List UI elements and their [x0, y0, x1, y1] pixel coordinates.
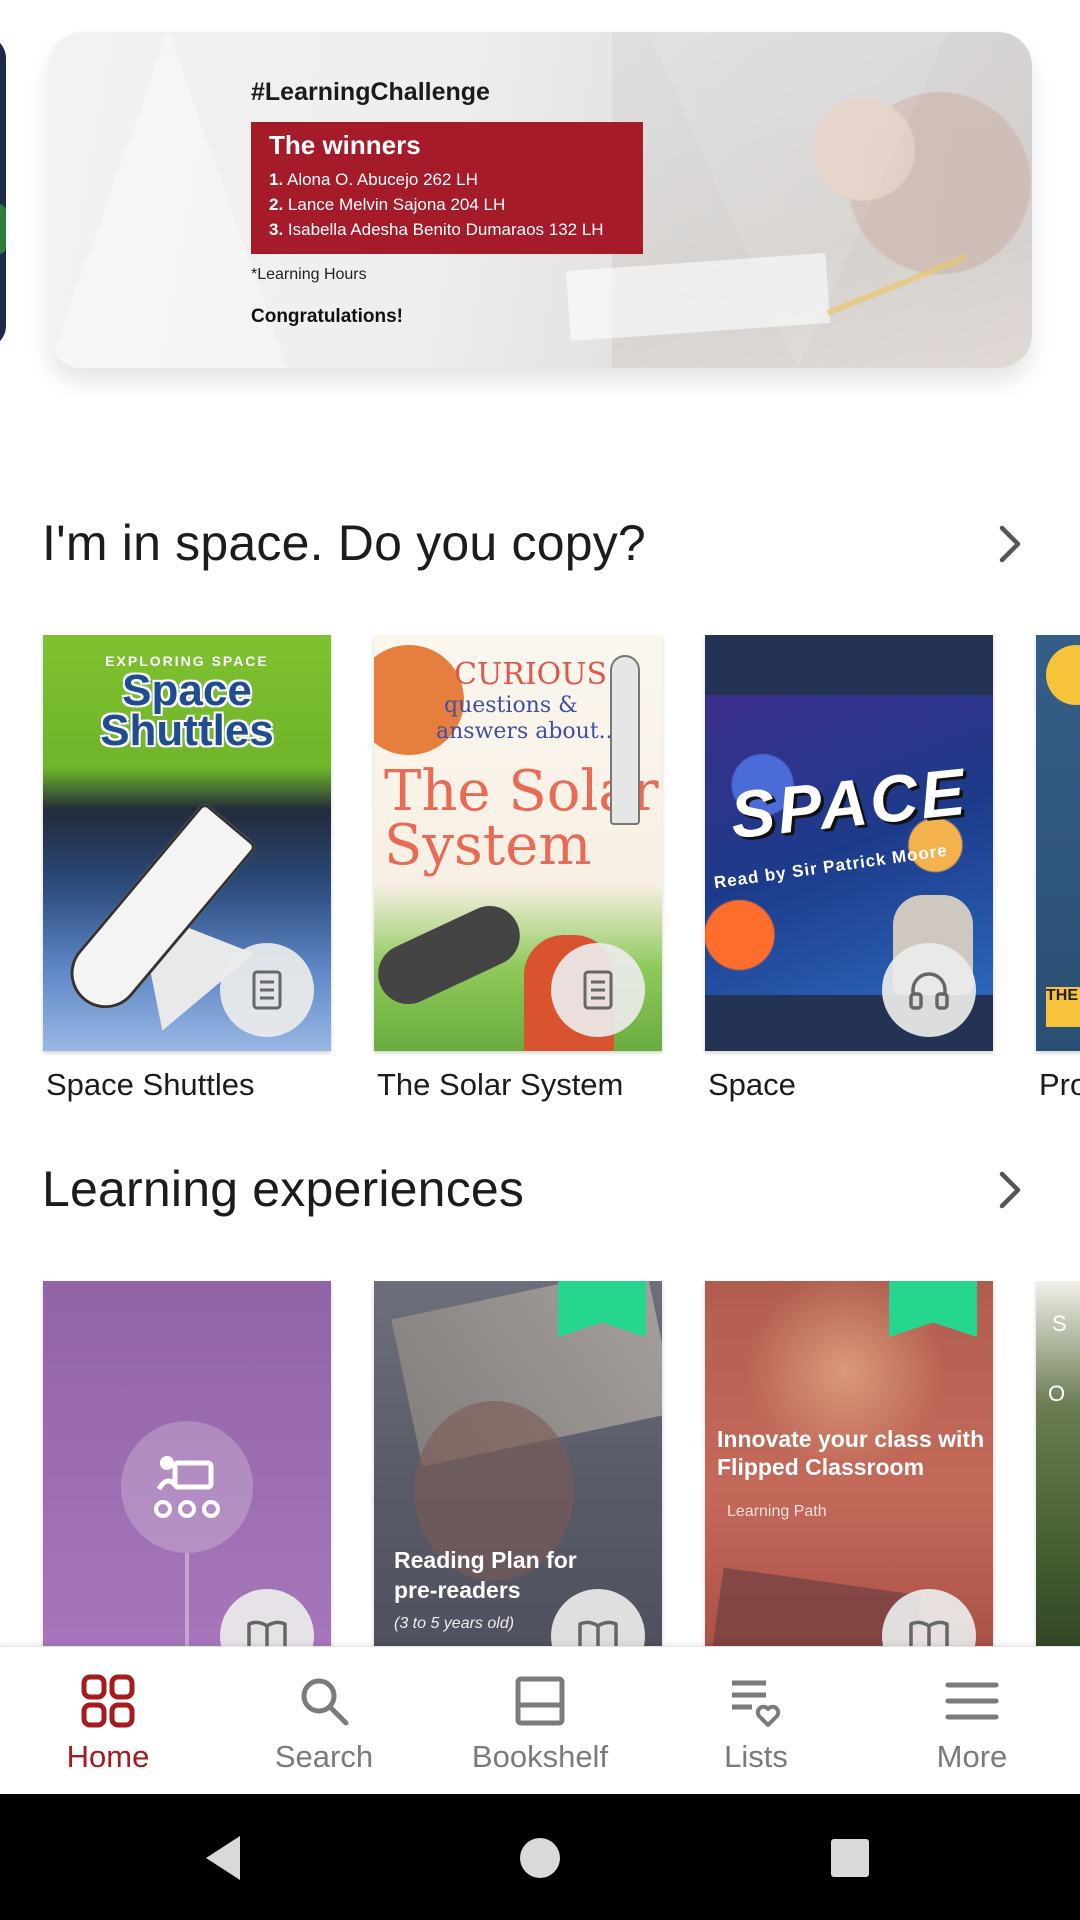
winner-line: 3. Isabella Adesha Benito Dumaraos 132 L…	[269, 220, 604, 239]
learning-path-icon-wrap	[121, 1421, 253, 1553]
nav-label: Search	[274, 1739, 374, 1774]
nav-lists[interactable]: Lists	[648, 1647, 864, 1795]
cover-text: answers about...	[436, 719, 620, 744]
recents-icon[interactable]	[820, 1828, 880, 1888]
winner-line: 2. Lance Melvin Sajona 204 LH	[269, 195, 506, 214]
chevron-right-icon[interactable]	[996, 1170, 1024, 1210]
open-book-icon	[578, 1620, 618, 1646]
cover-art: THE	[1046, 987, 1080, 1027]
chevron-right-icon[interactable]	[996, 524, 1024, 564]
back-icon[interactable]	[196, 1828, 256, 1888]
nav-label: More	[936, 1739, 1008, 1774]
learning-badge	[220, 1589, 314, 1646]
cover-art	[610, 655, 640, 825]
book-cover[interactable]: EXPLORING SPACE Space Shuttles	[43, 635, 331, 1051]
cover-text: S	[1052, 1311, 1067, 1336]
cover-text: O	[1048, 1381, 1066, 1406]
banner-hashtag: #LearningChallenge	[251, 78, 490, 106]
learning-challenge-banner[interactable]: #LearningChallenge The winners 1. Alona …	[48, 32, 1032, 368]
learning-card[interactable]: Reading Plan for pre-readers (3 to 5 yea…	[374, 1281, 662, 1646]
cover-title: Innovate your class with Flipped Classro…	[717, 1426, 985, 1480]
nav-label: Lists	[724, 1739, 788, 1774]
nav-label: Home	[66, 1739, 150, 1774]
audiobook-badge	[882, 943, 976, 1037]
cover-title: Space Shuttles	[100, 666, 274, 755]
book-cover[interactable]: CURIOUS questions & answers about... The…	[374, 635, 662, 1051]
grid-icon	[78, 1671, 138, 1731]
nav-more[interactable]: More	[864, 1647, 1080, 1795]
cover-art	[185, 1553, 189, 1646]
cover-text: CURIOUS	[454, 657, 608, 692]
book-card[interactable]: CURIOUS questions & answers about... The…	[374, 635, 662, 1102]
home-circle-icon[interactable]	[510, 1828, 570, 1888]
open-book-icon	[909, 1620, 949, 1646]
nav-home[interactable]: Home	[0, 1647, 216, 1795]
cover-text: (3 to 5 years old)	[394, 1615, 515, 1632]
section-title-space[interactable]: I'm in space. Do you copy?	[42, 514, 646, 572]
learning-cover[interactable]: S O	[1036, 1281, 1080, 1646]
learning-cover[interactable]: Reading Plan for pre-readers (3 to 5 yea…	[374, 1281, 662, 1646]
winners-title: The winners	[269, 130, 421, 160]
cover-art	[1046, 645, 1080, 705]
bookshelf-icon	[510, 1671, 570, 1731]
book-title[interactable]: Pro	[1039, 1067, 1080, 1103]
list-heart-icon	[726, 1671, 786, 1731]
space-books-row[interactable]: EXPLORING SPACE Space Shuttles Space Shut…	[0, 635, 1080, 1105]
learning-card[interactable]	[43, 1281, 331, 1646]
headphones-icon	[909, 972, 949, 1010]
menu-icon	[942, 1671, 1002, 1731]
previous-banner-decoration	[0, 204, 6, 254]
promo-carousel[interactable]: #LearningChallenge The winners 1. Alona …	[0, 0, 1080, 420]
learning-card[interactable]: Innovate your class with Flipped Classro…	[705, 1281, 993, 1646]
learning-path-icon	[154, 1456, 220, 1518]
winner-line: 1. Alona O. Abucejo 262 LH	[269, 170, 478, 189]
learning-cover[interactable]: Innovate your class with Flipped Classro…	[705, 1281, 993, 1646]
book-title[interactable]: Space Shuttles	[46, 1067, 255, 1103]
document-icon	[583, 970, 613, 1010]
book-card[interactable]: SPACE Read by Sir Patrick Moore Space	[705, 635, 993, 1102]
learning-experiences-row[interactable]: Reading Plan for pre-readers (3 to 5 yea…	[0, 1281, 1080, 1646]
cover-art	[374, 896, 530, 1014]
section-title-learning[interactable]: Learning experiences	[42, 1160, 524, 1218]
bottom-navigation: Home Search Bookshelf Lists More	[0, 1646, 1080, 1794]
nav-bookshelf[interactable]: Bookshelf	[432, 1647, 648, 1795]
document-icon	[252, 970, 282, 1010]
cover-text: questions &	[444, 693, 578, 718]
system-navigation-bar	[0, 1794, 1080, 1920]
book-cover[interactable]: THE	[1036, 635, 1080, 1051]
book-card[interactable]: EXPLORING SPACE Space Shuttles Space Shut…	[43, 635, 331, 1102]
previous-banner-peek[interactable]	[0, 36, 6, 348]
nav-search[interactable]: Search	[216, 1647, 432, 1795]
nav-label: Bookshelf	[471, 1739, 609, 1774]
ebook-badge	[220, 943, 314, 1037]
cover-text: Learning Path	[727, 1503, 827, 1520]
learning-card[interactable]: S O	[1036, 1281, 1080, 1646]
book-cover[interactable]: SPACE Read by Sir Patrick Moore	[705, 635, 993, 1051]
book-card[interactable]: THE Pro	[1036, 635, 1080, 1102]
open-book-icon	[247, 1620, 287, 1646]
learning-cover[interactable]	[43, 1281, 331, 1646]
search-icon	[294, 1671, 354, 1731]
banner-congrats: Congratulations!	[251, 306, 403, 327]
book-title[interactable]: Space	[708, 1067, 796, 1103]
banner-footnote: *Learning Hours	[251, 266, 367, 283]
ebook-badge	[551, 943, 645, 1037]
book-title[interactable]: The Solar System	[377, 1067, 623, 1103]
winners-box: The winners 1. Alona O. Abucejo 262 LH 2…	[251, 122, 643, 254]
